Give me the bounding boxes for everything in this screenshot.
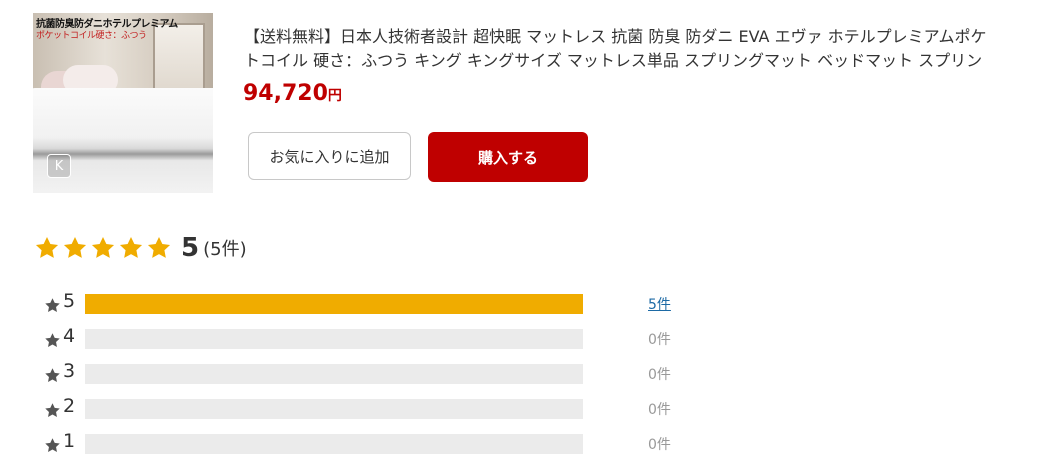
rating-row-count: 0件 (648, 367, 671, 383)
rating-summary: 5 (5件) (34, 230, 247, 266)
rating-bar-track (85, 434, 583, 454)
rating-row-label: 4 (63, 325, 76, 347)
rating-bar-track (85, 329, 583, 349)
rating-score: 5 (181, 233, 200, 263)
product-card: 抗菌防臭防ダニホテルプレミアム ポケットコイル硬さ：ふつう K 【送料無料】日本… (33, 13, 1052, 193)
rating-row-count: 0件 (648, 402, 671, 418)
star-icon (45, 403, 60, 417)
image-subcaption: ポケットコイル硬さ：ふつう (36, 31, 147, 41)
rating-row-4: 4 0件 (44, 322, 684, 357)
rating-row-2: 2 0件 (44, 392, 684, 427)
product-price: 94,720円 (243, 81, 342, 106)
star-icon (45, 333, 60, 347)
star-icon (45, 438, 60, 452)
rating-bar-track (85, 294, 583, 314)
rating-bar-track (85, 364, 583, 384)
k-badge-icon: K (47, 154, 71, 178)
star-icon (35, 236, 59, 258)
price-unit: 円 (327, 88, 342, 104)
rating-row-label: 5 (63, 290, 76, 312)
rating-bar-fill (85, 294, 583, 314)
rating-row-count: 0件 (648, 437, 671, 453)
rating-row-3: 3 0件 (44, 357, 684, 392)
star-icon (147, 236, 171, 258)
rating-row-5[interactable]: 5 5件 (44, 287, 684, 322)
star-icon (119, 236, 143, 258)
star-icon (91, 236, 115, 258)
price-value: 94,720 (243, 81, 328, 106)
product-title-line: トコイル 硬さ：ふつう キング キングサイズ マットレス単品 スプリングマット … (244, 51, 983, 70)
product-title[interactable]: 【送料無料】日本人技術者設計 超快眠 マットレス 抗菌 防臭 防ダニ EVA エ… (244, 25, 1052, 73)
rating-bar-track (85, 399, 583, 419)
rating-row-label: 1 (63, 430, 76, 452)
star-icon (63, 236, 87, 258)
product-image[interactable]: 抗菌防臭防ダニホテルプレミアム ポケットコイル硬さ：ふつう K (33, 13, 213, 193)
add-to-favorites-button[interactable]: お気に入りに追加 (248, 132, 411, 180)
rating-row-count: 0件 (648, 332, 671, 348)
star-icon (45, 298, 60, 312)
rating-row-label: 3 (63, 360, 76, 382)
star-icon (45, 368, 60, 382)
rating-row-count-link[interactable]: 5件 (648, 294, 671, 314)
rating-count: (5件) (203, 239, 247, 260)
buy-button[interactable]: 購入する (428, 132, 588, 182)
rating-row-label: 2 (63, 395, 76, 417)
product-title-line: 【送料無料】日本人技術者設計 超快眠 マットレス 抗菌 防臭 防ダニ EVA エ… (244, 27, 987, 46)
rating-stars (34, 235, 172, 261)
